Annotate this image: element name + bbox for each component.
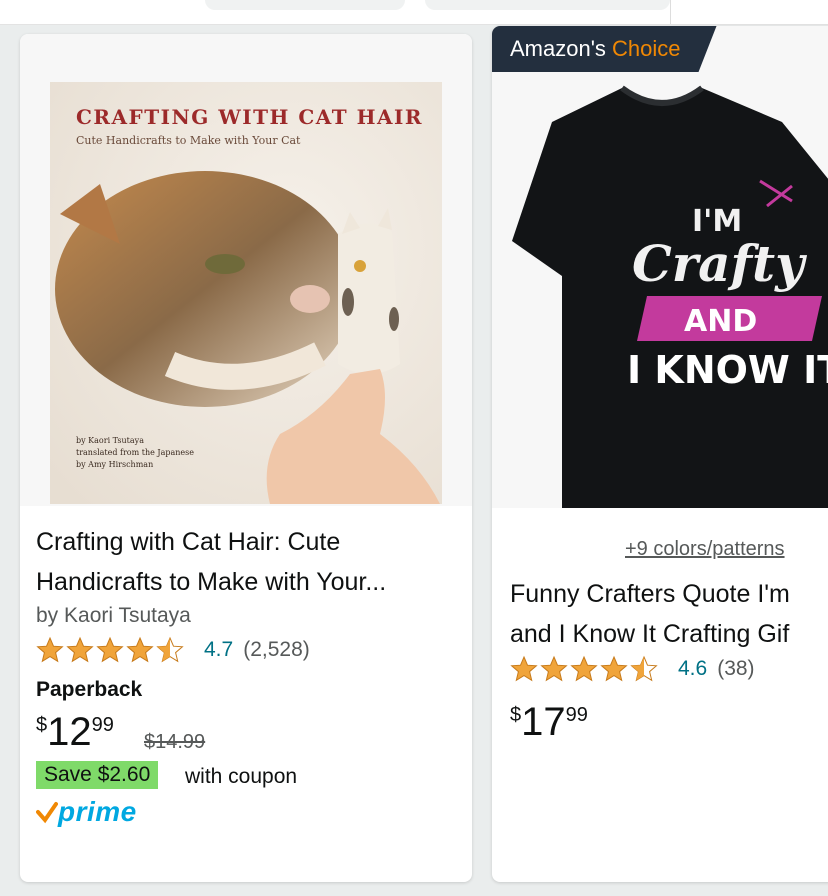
shirt-text: I KNOW IT [627, 348, 828, 392]
prime-label: prime [58, 796, 137, 827]
star-rating[interactable]: 4.6 (38) [510, 655, 755, 683]
title-line[interactable]: Crafting with Cat Hair: Cute [36, 522, 386, 562]
badge-accent-text: Choice [612, 36, 681, 61]
product-card-book[interactable]: CRAFTING WITH CAT HAIR Cute Handicrafts … [20, 34, 472, 882]
product-card-shirt[interactable]: I'M Crafty AND I KNOW IT Amazon's Choice… [492, 26, 828, 882]
amazons-choice-badge: Amazon's Choice [492, 26, 717, 72]
product-title[interactable]: Crafting with Cat Hair: Cute Handicrafts… [36, 522, 386, 602]
cover-author-credit: by Kaori Tsutaya [76, 436, 144, 445]
list-price: $14.99 [144, 731, 206, 753]
star-icon [97, 637, 123, 662]
cover-translator-note: translated from the Japanese [76, 448, 194, 457]
star-icons[interactable] [510, 655, 670, 683]
price-fraction: 99 [91, 714, 114, 736]
product-image-area[interactable]: CRAFTING WITH CAT HAIR Cute Handicrafts … [20, 34, 472, 506]
top-search-bar [0, 0, 828, 25]
star-rating[interactable]: 4.7 (2,528) [36, 636, 310, 664]
rating-value[interactable]: 4.7 [204, 638, 233, 662]
colors-link[interactable]: +9 colors/patterns [625, 538, 785, 561]
price-whole: 12 [47, 710, 92, 754]
title-line[interactable]: and I Know It Crafting Gif [510, 614, 790, 654]
book-cover-image[interactable]: CRAFTING WITH CAT HAIR Cute Handicrafts … [20, 34, 472, 506]
tshirt-image[interactable]: I'M Crafty AND I KNOW IT [492, 26, 828, 508]
price-fraction: 99 [565, 704, 588, 726]
rating-value[interactable]: 4.6 [678, 657, 707, 681]
shirt-text: AND [684, 304, 757, 339]
half-star-icon [157, 637, 183, 662]
star-icon [541, 656, 567, 681]
divider [670, 0, 671, 24]
filter-chip[interactable] [425, 0, 670, 10]
shirt-text: Crafty [632, 234, 807, 293]
cover-subtitle: Cute Handicrafts to Make with Your Cat [76, 134, 301, 147]
review-count[interactable]: (38) [717, 657, 754, 681]
title-line[interactable]: Funny Crafters Quote I'm [510, 574, 790, 614]
star-icons[interactable] [36, 636, 196, 664]
half-star-icon [631, 656, 657, 681]
prime-badge: prime [36, 796, 137, 828]
price-symbol: $ [510, 704, 522, 726]
check-icon [36, 802, 58, 824]
star-icon [571, 656, 597, 681]
coupon-badge[interactable]: Save $2.60 [36, 761, 159, 789]
filter-chip[interactable] [205, 0, 405, 10]
format-label[interactable]: Paperback [36, 678, 142, 702]
cover-translator-credit: by Amy Hirschman [76, 460, 153, 469]
star-icon [37, 637, 63, 662]
product-title[interactable]: Funny Crafters Quote I'm and I Know It C… [510, 574, 790, 654]
review-count[interactable]: (2,528) [243, 638, 310, 662]
title-line[interactable]: Handicrafts to Make with Your... [36, 562, 386, 602]
price[interactable]: $1299 [36, 710, 114, 755]
star-icon [127, 637, 153, 662]
cover-title: CRAFTING WITH CAT HAIR [76, 105, 423, 129]
price-whole: 17 [521, 700, 566, 744]
product-image-area[interactable]: I'M Crafty AND I KNOW IT Amazon's Choice [492, 26, 828, 508]
price[interactable]: $1799 [510, 700, 588, 745]
star-icon [67, 637, 93, 662]
star-icon [511, 656, 537, 681]
star-icon [601, 656, 627, 681]
coupon-text: with coupon [185, 765, 298, 788]
badge-text: Amazon's [510, 36, 606, 61]
author-byline[interactable]: by Kaori Tsutaya [36, 604, 191, 628]
price-symbol: $ [36, 714, 48, 736]
